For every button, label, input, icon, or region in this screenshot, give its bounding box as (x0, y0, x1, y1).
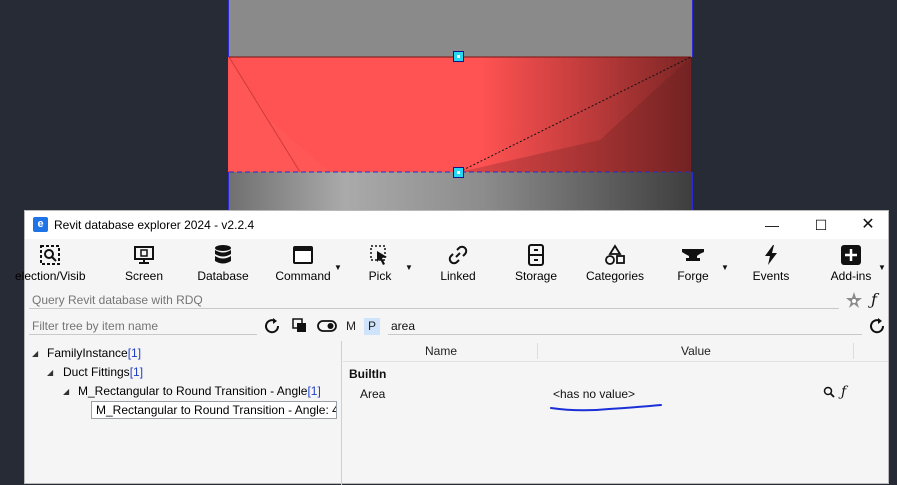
command-icon (293, 246, 313, 264)
toolbar-storage-button[interactable]: Storage (510, 241, 562, 289)
toolbar-command-button[interactable]: Command (271, 241, 335, 289)
tree-item-label: Duct Fittings (63, 365, 130, 379)
forge-dropdown-arrow-icon[interactable]: ▼ (721, 263, 729, 272)
screen-icon (134, 246, 154, 264)
function-icon[interactable]: ƒ (841, 384, 846, 400)
window-title: Revit database explorer 2024 - v2.2.4 (54, 218, 255, 232)
toolbar-add-ins-button[interactable]: Add-ins (825, 241, 877, 289)
toolbar-linked-button[interactable]: Linked (433, 241, 483, 289)
revit-database-explorer-window: e Revit database explorer 2024 - v2.2.4 … (15, 210, 889, 485)
events-icon (765, 245, 777, 265)
toolbar-label: Pick (368, 269, 392, 283)
tree-item-count: [1] (307, 384, 321, 398)
toolbar-events-button[interactable]: Events (747, 241, 795, 289)
app-logo-icon: e (33, 217, 48, 232)
toolbar: election/Visib Screen Database Command ▼… (15, 241, 888, 289)
section-header-builtin: BuiltIn (349, 367, 387, 381)
toolbar-label: Screen (124, 269, 164, 283)
rdq-function-icon[interactable]: ƒ (871, 290, 877, 309)
title-bar[interactable]: e Revit database explorer 2024 - v2.2.4 … (25, 211, 888, 239)
forge-icon (682, 249, 704, 261)
command-dropdown-arrow-icon[interactable]: ▼ (334, 263, 342, 272)
filter-row: M P (25, 315, 888, 337)
toolbar-forge-button[interactable]: Forge (671, 241, 715, 289)
refresh-properties-icon[interactable] (868, 317, 886, 338)
pick-icon (370, 245, 387, 265)
rdq-query-row: ƒ (25, 290, 888, 314)
property-grid: Name Value BuiltIn Area <has no value> ƒ (343, 341, 888, 485)
toolbar-label: Database (197, 269, 249, 283)
expand-arrow-icon[interactable]: ◢ (63, 387, 69, 396)
grid-header: Name Value (343, 341, 888, 362)
selection-outline (228, 56, 692, 173)
toolbar-label: election/Visib (15, 269, 86, 283)
rdq-query-input[interactable] (29, 291, 839, 309)
copy-icon[interactable] (291, 317, 309, 338)
toolbar-pick-button[interactable]: Pick (360, 241, 400, 289)
tree-item-count: [1] (129, 365, 144, 379)
expand-arrow-icon[interactable]: ◢ (47, 368, 53, 377)
blue-underline-annotation (550, 404, 662, 412)
toolbar-label: Forge (677, 269, 709, 283)
column-header-name[interactable]: Name (425, 344, 457, 358)
toolbar-label: Linked (440, 269, 476, 283)
property-search-input[interactable] (388, 317, 862, 335)
close-button[interactable]: ✕ (845, 211, 891, 239)
selection-visibility-icon (40, 245, 60, 265)
panel-splitter[interactable] (341, 341, 342, 485)
maximize-button[interactable]: ☐ (798, 211, 844, 239)
column-header-value[interactable]: Value (681, 344, 711, 358)
expand-arrow-icon[interactable]: ◢ (32, 349, 38, 358)
toolbar-label: Command (275, 269, 331, 283)
tree-item-count: [1] (127, 346, 142, 360)
tree-item-family-type[interactable]: M_Rectangular to Round Transition - Angl… (78, 384, 321, 398)
top-grip-handle[interactable] (453, 51, 464, 62)
toolbar-label: Events (752, 269, 790, 283)
toolbar-screen-button[interactable]: Screen (117, 241, 171, 289)
parameters-filter-toggle[interactable]: P (364, 318, 380, 335)
toolbar-categories-button[interactable]: Categories (583, 241, 647, 289)
toolbar-label: Categories (585, 269, 645, 283)
add-ins-dropdown-arrow-icon[interactable]: ▼ (878, 263, 886, 272)
toolbar-selection-visibility-button[interactable]: election/Visib (15, 241, 86, 289)
rdq-star-icon[interactable] (845, 291, 863, 314)
toolbar-label: Storage (514, 269, 558, 283)
minimize-button[interactable]: — (749, 211, 795, 239)
property-name-area[interactable]: Area (360, 387, 385, 401)
revit-3d-viewport[interactable] (0, 0, 897, 212)
toolbar-label: Add-ins (830, 269, 872, 283)
tree-filter-input[interactable] (29, 317, 257, 335)
toggle-switch-icon[interactable] (317, 317, 337, 338)
column-divider[interactable] (853, 343, 854, 359)
search-icon[interactable] (823, 386, 835, 401)
tree-item-duct-fittings[interactable]: Duct Fittings[1] (63, 365, 143, 379)
link-icon (448, 245, 468, 265)
toolbar-database-button[interactable]: Database (195, 241, 251, 289)
categories-icon (605, 244, 625, 265)
members-filter-toggle[interactable]: M (343, 318, 359, 335)
tree-item-selected-element[interactable]: M_Rectangular to Round Transition - Angl… (91, 401, 337, 419)
tree-item-label: M_Rectangular to Round Transition - Angl… (78, 384, 308, 398)
bottom-grip-handle[interactable] (453, 167, 464, 178)
storage-icon (528, 244, 544, 266)
add-ins-icon (841, 245, 861, 265)
tree-item-familyinstance[interactable]: FamilyInstance[1] (47, 346, 141, 360)
element-tree: ◢ FamilyInstance[1] ◢ Duct Fittings[1] ◢… (25, 341, 341, 485)
tree-item-label: FamilyInstance (47, 346, 128, 360)
tree-item-label: M_Rectangular to Round Transition - Angl… (96, 403, 337, 417)
pick-dropdown-arrow-icon[interactable]: ▼ (405, 263, 413, 272)
column-divider[interactable] (537, 343, 538, 359)
database-icon (215, 245, 231, 264)
refresh-tree-icon[interactable] (263, 317, 281, 338)
